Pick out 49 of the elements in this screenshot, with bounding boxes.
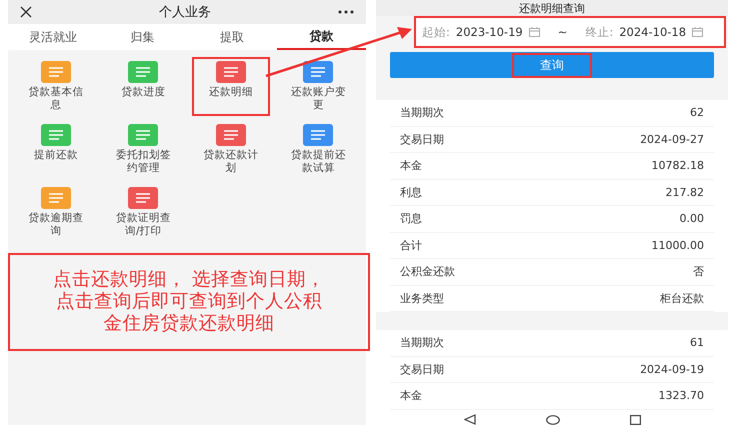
field-value: 10782.18 xyxy=(652,159,704,172)
service-item[interactable]: 贷款还款计划 xyxy=(187,121,274,178)
start-label: 起始: xyxy=(422,24,450,40)
service-item[interactable]: 贷款逾期查询 xyxy=(12,184,100,241)
page-title: 个人业务 xyxy=(159,4,211,21)
page-title: 还款明细查询 xyxy=(376,0,728,16)
field-label: 本金 xyxy=(400,388,422,404)
tab[interactable]: 灵活就业 xyxy=(8,24,98,50)
service-item[interactable]: 贷款提前还款试算 xyxy=(274,121,362,178)
end-date-field[interactable]: 2024-10-18 xyxy=(619,25,686,39)
field-label: 交易日期 xyxy=(400,362,444,377)
service-item[interactable]: 贷款基本信息 xyxy=(12,58,100,115)
close-icon[interactable] xyxy=(20,6,32,18)
field-label: 当期期次 xyxy=(400,105,444,120)
annotation-text: 点击还款明细， 选择查询日期， 点击查询后即可查询到个人公积 金住房贷款还款明细 xyxy=(8,253,370,351)
field-value: 62 xyxy=(690,106,704,120)
field-value: 2024-09-27 xyxy=(640,132,704,146)
field-value: 11000.00 xyxy=(652,238,704,252)
field-value: 1323.70 xyxy=(658,389,704,402)
field-value: 2024-09-19 xyxy=(640,362,704,376)
service-item[interactable]: 贷款进度 xyxy=(100,58,187,115)
service-item[interactable]: 提前还款 xyxy=(12,121,100,178)
service-item[interactable]: 委托扣划签约管理 xyxy=(100,121,187,178)
tab[interactable]: 贷款 xyxy=(276,24,366,50)
field-label: 业务类型 xyxy=(400,290,444,306)
field-value: 0.00 xyxy=(680,212,704,226)
more-icon[interactable] xyxy=(338,10,354,14)
service-item[interactable]: 贷款证明查询/打印 xyxy=(100,184,187,241)
tab[interactable]: 归集 xyxy=(98,24,187,50)
back-icon[interactable] xyxy=(464,414,476,426)
range-separator: ~ xyxy=(558,25,568,39)
field-label: 罚息 xyxy=(400,211,422,226)
tab[interactable]: 提取 xyxy=(187,24,276,50)
field-label: 当期期次 xyxy=(400,335,444,350)
service-item[interactable]: 还款账户变更 xyxy=(274,58,362,115)
home-icon[interactable] xyxy=(546,414,560,425)
field-value: 柜台还款 xyxy=(660,290,704,306)
field-value: 否 xyxy=(693,264,704,280)
end-label: 终止: xyxy=(585,24,614,40)
field-label: 交易日期 xyxy=(400,132,444,147)
field-label: 本金 xyxy=(400,158,422,174)
field-label: 公积金还款 xyxy=(400,264,455,280)
field-label: 合计 xyxy=(400,238,422,253)
service-item[interactable]: 还款明细 xyxy=(193,58,268,115)
field-value: 217.82 xyxy=(666,186,704,199)
recent-apps-icon[interactable] xyxy=(630,414,640,425)
field-label: 利息 xyxy=(400,184,422,200)
start-date-field[interactable]: 2023-10-19 xyxy=(456,25,523,39)
field-value: 61 xyxy=(690,336,704,350)
